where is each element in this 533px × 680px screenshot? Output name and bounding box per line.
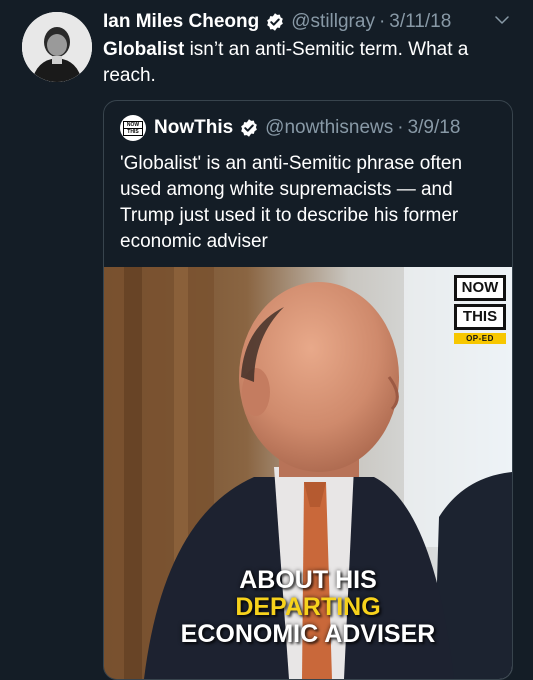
tweet-text: Globalist isn’t an anti-Semitic term. Wh…: [103, 37, 523, 89]
separator-dot: ·: [378, 11, 386, 32]
separator-dot: ·: [397, 117, 404, 138]
caption-line-3: ECONOMIC ADVISER: [180, 620, 436, 648]
logo-this: THIS: [454, 304, 506, 330]
quoted-author-handle[interactable]: @nowthisnews: [265, 117, 393, 139]
quoted-author-name[interactable]: NowThis: [154, 117, 233, 139]
video-media[interactable]: NOW THIS OP-ED ABOUT HIS DEPARTING ECONO…: [104, 267, 512, 679]
caption-line-2: DEPARTING: [235, 593, 381, 621]
nowthis-logo: NOW THIS OP-ED: [454, 275, 506, 344]
author-name[interactable]: Ian Miles Cheong: [103, 11, 259, 33]
video-caption: ABOUT HIS DEPARTING ECONOMIC ADVISER: [104, 567, 512, 648]
quoted-tweet-text: 'Globalist' is an anti-Semitic phrase of…: [120, 153, 463, 252]
verified-badge-icon: [267, 13, 284, 31]
caption-line-1: ABOUT HIS: [239, 566, 377, 594]
quoted-tweet-date[interactable]: 3/9/18: [408, 117, 461, 139]
quoted-tweet-header: NOW THIS NowThis @nowthisnews · 3/9/18: [120, 115, 502, 141]
tweet-text-bold: Globalist: [103, 39, 185, 60]
logo-now: NOW: [454, 275, 506, 301]
author-handle[interactable]: @stillgray: [291, 11, 375, 33]
avatar-image: [22, 12, 92, 82]
verified-badge-icon: [241, 119, 258, 137]
nowthis-avatar-logo: NOW THIS: [123, 120, 143, 136]
logo-oped-tag: OP-ED: [454, 333, 506, 344]
quoted-author-avatar[interactable]: NOW THIS: [120, 115, 146, 141]
tweet-header: Ian Miles Cheong @stillgray · 3/11/18: [103, 10, 519, 34]
author-avatar[interactable]: [22, 12, 92, 82]
quoted-tweet-card[interactable]: NOW THIS NowThis @nowthisnews · 3/9/18 '…: [103, 100, 513, 680]
chevron-down-icon[interactable]: [493, 11, 511, 29]
tweet-date[interactable]: 3/11/18: [389, 11, 451, 33]
